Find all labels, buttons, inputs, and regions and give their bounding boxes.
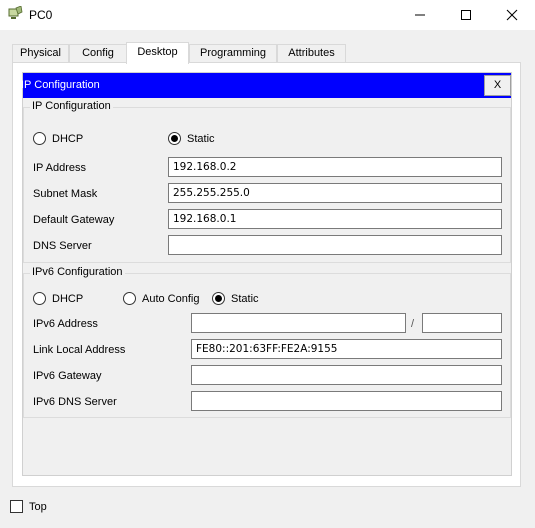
window-title: PC0 [29, 8, 53, 22]
ip-address-label: IP Address [33, 162, 86, 174]
tab-attributes[interactable]: Attributes [277, 44, 346, 63]
ipv6-dns-field[interactable] [191, 391, 502, 411]
ipv6-gateway-label: IPv6 Gateway [33, 370, 102, 382]
default-gateway-field[interactable]: 192.168.0.1 [168, 209, 502, 229]
ipv6-static-label: Static [231, 292, 259, 305]
ipv6-auto-config-radio[interactable]: Auto Config [123, 292, 199, 305]
app-header: IP Configuration X [21, 73, 511, 98]
ipv6-auto-config-label: Auto Config [142, 292, 200, 305]
top-label: Top [29, 500, 47, 513]
close-window-button[interactable] [489, 0, 535, 30]
checkbox-box [10, 500, 23, 513]
ipv4-group-title: IP Configuration [30, 100, 113, 112]
radio-circle [123, 292, 136, 305]
app-title: IP Configuration [21, 79, 100, 91]
minimize-button[interactable] [397, 0, 443, 30]
dns-server-label: DNS Server [33, 240, 92, 252]
minimize-icon [415, 14, 425, 16]
tab-desktop[interactable]: Desktop [126, 42, 189, 64]
ipv6-static-radio[interactable]: Static [212, 292, 259, 305]
default-gateway-label: Default Gateway [33, 214, 115, 226]
radio-circle [33, 132, 46, 145]
radio-circle [33, 292, 46, 305]
tab-config[interactable]: Config [69, 44, 127, 63]
ipv4-group: IP Configuration DHCP Static IP Address … [23, 100, 511, 263]
maximize-button[interactable] [443, 0, 489, 30]
ipv6-dns-label: IPv6 DNS Server [33, 396, 117, 408]
link-local-label: Link Local Address [33, 344, 126, 356]
ip-configuration-window: IP Configuration X IP Configuration DHCP… [21, 72, 512, 476]
ipv6-address-label: IPv6 Address [33, 318, 98, 330]
top-checkbox[interactable]: Top [10, 500, 47, 513]
desktop-panel: IP Configuration X IP Configuration DHCP… [12, 62, 521, 487]
ipv4-static-label: Static [187, 132, 215, 145]
close-icon [506, 9, 518, 21]
subnet-mask-field[interactable]: 255.255.255.0 [168, 183, 502, 203]
tab-physical[interactable]: Physical [12, 44, 69, 63]
ipv4-static-radio[interactable]: Static [168, 132, 215, 145]
link-local-field[interactable]: FE80::201:63FF:FE2A:9155 [191, 339, 502, 359]
ipv6-group-title: IPv6 Configuration [30, 266, 125, 278]
ip-address-field[interactable]: 192.168.0.2 [168, 157, 502, 177]
app-close-button[interactable]: X [484, 75, 511, 96]
window-titlebar: PC0 [0, 0, 535, 30]
tab-programming[interactable]: Programming [189, 44, 277, 63]
radio-circle-selected [168, 132, 181, 145]
ipv6-dhcp-radio[interactable]: DHCP [33, 292, 83, 305]
prefix-separator: / [411, 318, 415, 330]
subnet-mask-label: Subnet Mask [33, 188, 98, 200]
pc-device-icon [7, 5, 23, 22]
ipv4-dhcp-label: DHCP [52, 132, 84, 145]
ipv6-address-field[interactable] [191, 313, 406, 333]
ipv4-dhcp-radio[interactable]: DHCP [33, 132, 83, 145]
ipv6-gateway-field[interactable] [191, 365, 502, 385]
ipv6-dhcp-label: DHCP [52, 292, 84, 305]
ipv6-prefix-field[interactable] [422, 313, 502, 333]
radio-circle-selected [212, 292, 225, 305]
ipv6-group: IPv6 Configuration DHCP Auto Config Stat… [23, 266, 511, 418]
dns-server-field[interactable] [168, 235, 502, 255]
maximize-icon [461, 10, 471, 20]
